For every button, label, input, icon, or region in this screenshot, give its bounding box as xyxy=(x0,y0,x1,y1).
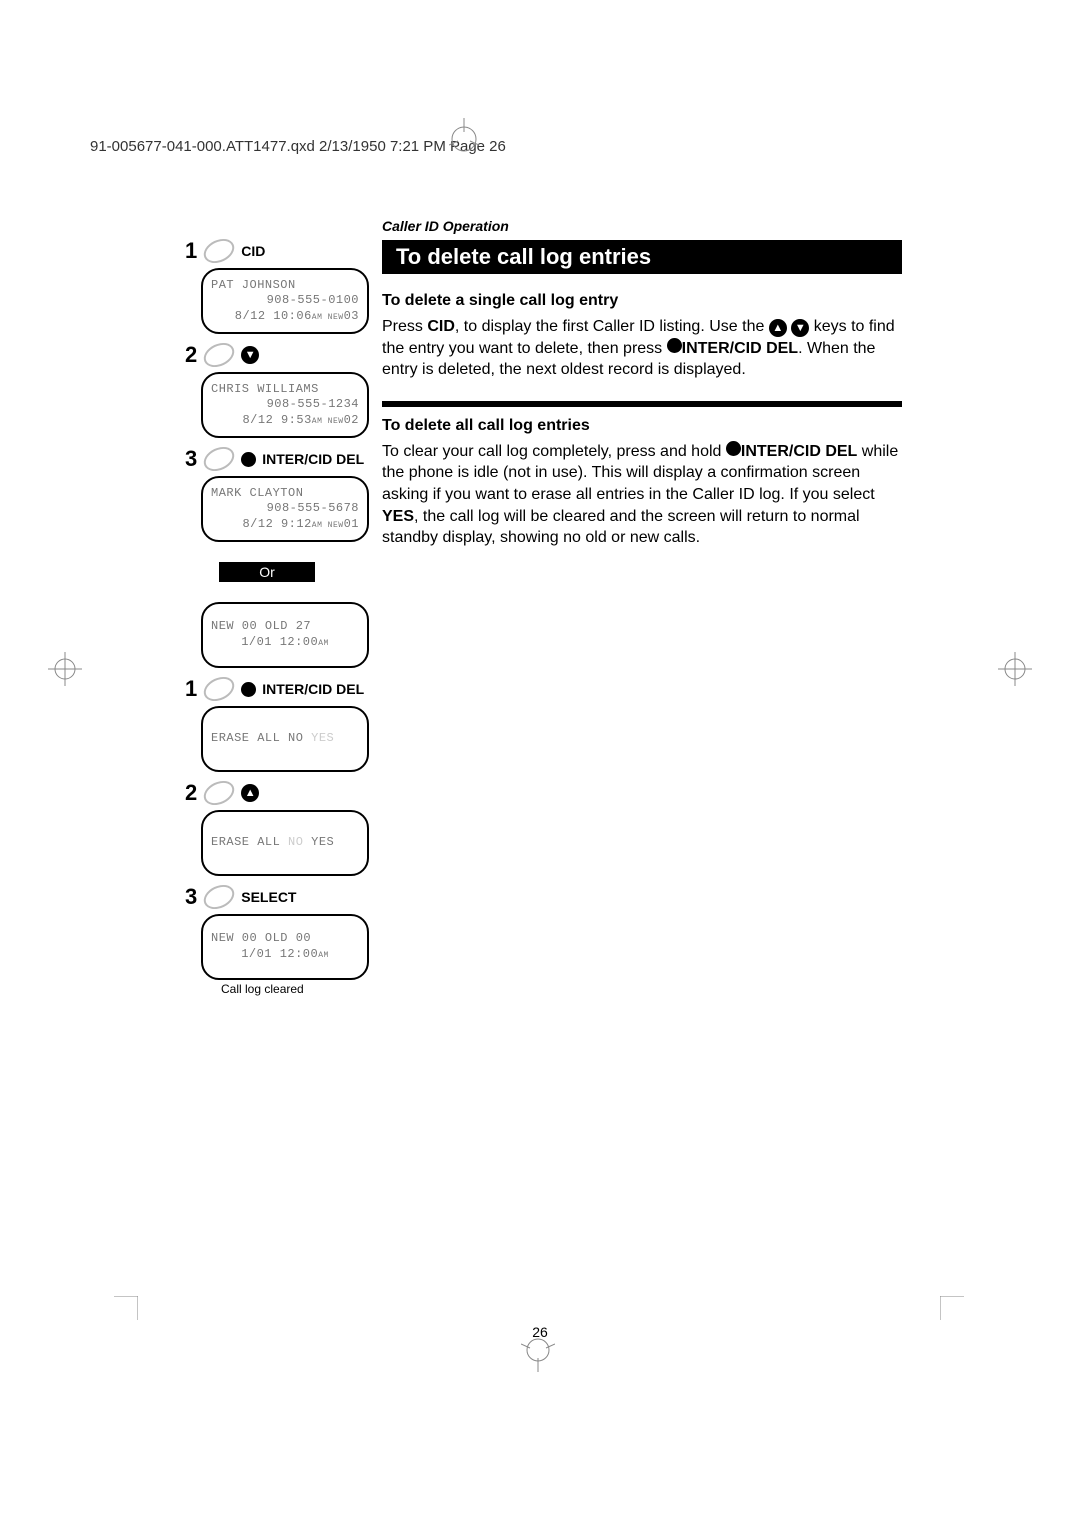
button-oval-icon xyxy=(200,880,238,913)
step-number: 2 xyxy=(185,342,197,368)
lcd-line: 908-555-1234 xyxy=(211,397,359,413)
cid-bold: CID xyxy=(427,318,455,335)
divider xyxy=(382,401,902,407)
button-oval-icon xyxy=(200,776,238,809)
dot-icon xyxy=(241,452,256,467)
step-1-cid: 1 CID xyxy=(185,238,365,264)
registration-mark-left xyxy=(48,652,82,686)
text: To clear your call log completely, press… xyxy=(382,443,726,460)
intercid-label: INTER/CID DEL xyxy=(262,451,364,467)
lcd-line: 1/01 12:00AM xyxy=(211,635,359,651)
lcd-line: ERASE ALL NO YES xyxy=(211,731,359,747)
dot-icon xyxy=(241,682,256,697)
lcd-screen-5: ERASE ALL NO YES xyxy=(201,706,369,772)
lcd-line: 908-555-0100 xyxy=(211,293,359,309)
text: , to display the first Caller ID listing… xyxy=(455,318,769,335)
crop-corner-br xyxy=(940,1296,964,1320)
section-label: Caller ID Operation xyxy=(382,218,902,234)
dot-icon xyxy=(726,441,741,456)
lcd-line: CHRIS WILLIAMS xyxy=(211,382,359,398)
inter-bold: INTER/CID DEL xyxy=(682,340,798,357)
lcd-screen-4: NEW 00 OLD 27 1/01 12:00AM xyxy=(201,602,369,668)
button-oval-icon xyxy=(200,338,238,371)
step-3-intercid: 3 INTER/CID DEL xyxy=(185,446,365,472)
lcd-screen-7: NEW 00 OLD 00 1/01 12:00AM xyxy=(201,914,369,980)
lcd-screen-3: MARK CLAYTON 908-555-5678 8/12 9:12AM NE… xyxy=(201,476,369,542)
down-arrow-icon: ▼ xyxy=(241,346,259,364)
lcd-line: NEW 00 OLD 00 xyxy=(211,931,359,947)
step-number: 1 xyxy=(185,676,197,702)
lcd-screen-2: CHRIS WILLIAMS 908-555-1234 8/12 9:53AM … xyxy=(201,372,369,438)
lcd-line: 1/01 12:00AM xyxy=(211,947,359,963)
cid-label: CID xyxy=(241,243,265,259)
step-1b-intercid: 1 INTER/CID DEL xyxy=(185,676,365,702)
subhead-delete-all: To delete all call log entries xyxy=(382,417,902,435)
yes-bold: YES xyxy=(382,508,414,525)
lcd-caption: Call log cleared xyxy=(221,982,365,996)
button-oval-icon xyxy=(200,234,238,267)
intercid-label: INTER/CID DEL xyxy=(262,681,364,697)
step-number: 1 xyxy=(185,238,197,264)
step-2b-up: 2 ▲ xyxy=(185,780,365,806)
dot-icon xyxy=(667,338,682,353)
step-number: 3 xyxy=(185,446,197,472)
para-single-delete: Press CID, to display the first Caller I… xyxy=(382,316,902,381)
lcd-line: 908-555-5678 xyxy=(211,501,359,517)
down-arrow-icon: ▼ xyxy=(791,319,809,337)
up-arrow-icon: ▲ xyxy=(241,784,259,802)
crop-corner-bl xyxy=(114,1296,138,1320)
text: , the call log will be cleared and the s… xyxy=(382,508,860,547)
up-arrow-icon: ▲ xyxy=(769,319,787,337)
crop-mark-icon xyxy=(449,118,479,152)
lcd-line: 8/12 9:53AM NEW02 xyxy=(211,413,359,429)
crop-mark-bottom xyxy=(521,1338,555,1372)
lcd-line: 8/12 9:12AM NEW01 xyxy=(211,517,359,533)
registration-mark-right xyxy=(998,652,1032,686)
button-oval-icon xyxy=(200,442,238,475)
page-title: To delete call log entries xyxy=(382,244,651,270)
lcd-line: ERASE ALL NO YES xyxy=(211,835,359,851)
lcd-line: 8/12 10:06AM NEW03 xyxy=(211,309,359,325)
step-number: 3 xyxy=(185,884,197,910)
subhead-single-delete: To delete a single call log entry xyxy=(382,292,902,310)
para-delete-all: To clear your call log completely, press… xyxy=(382,441,902,549)
lcd-screen-1: PAT JOHNSON 908-555-0100 8/12 10:06AM NE… xyxy=(201,268,369,334)
button-oval-icon xyxy=(200,672,238,705)
select-label: SELECT xyxy=(241,889,296,905)
text: Press xyxy=(382,318,427,335)
step-number: 2 xyxy=(185,780,197,806)
step-3b-select: 3 SELECT xyxy=(185,884,365,910)
lcd-line: NEW 00 OLD 27 xyxy=(211,619,359,635)
lcd-line: PAT JOHNSON xyxy=(211,278,359,294)
page-number: 26 xyxy=(0,1324,1080,1340)
or-divider: Or xyxy=(219,562,315,582)
lcd-screen-6: ERASE ALL NO YES xyxy=(201,810,369,876)
print-job-header: 91-005677-041-000.ATT1477.qxd 2/13/1950 … xyxy=(90,138,506,155)
title-bar: To delete call log entries xyxy=(382,240,902,274)
lcd-line: MARK CLAYTON xyxy=(211,486,359,502)
step-2-down: 2 ▼ xyxy=(185,342,365,368)
inter-bold: INTER/CID DEL xyxy=(741,443,857,460)
